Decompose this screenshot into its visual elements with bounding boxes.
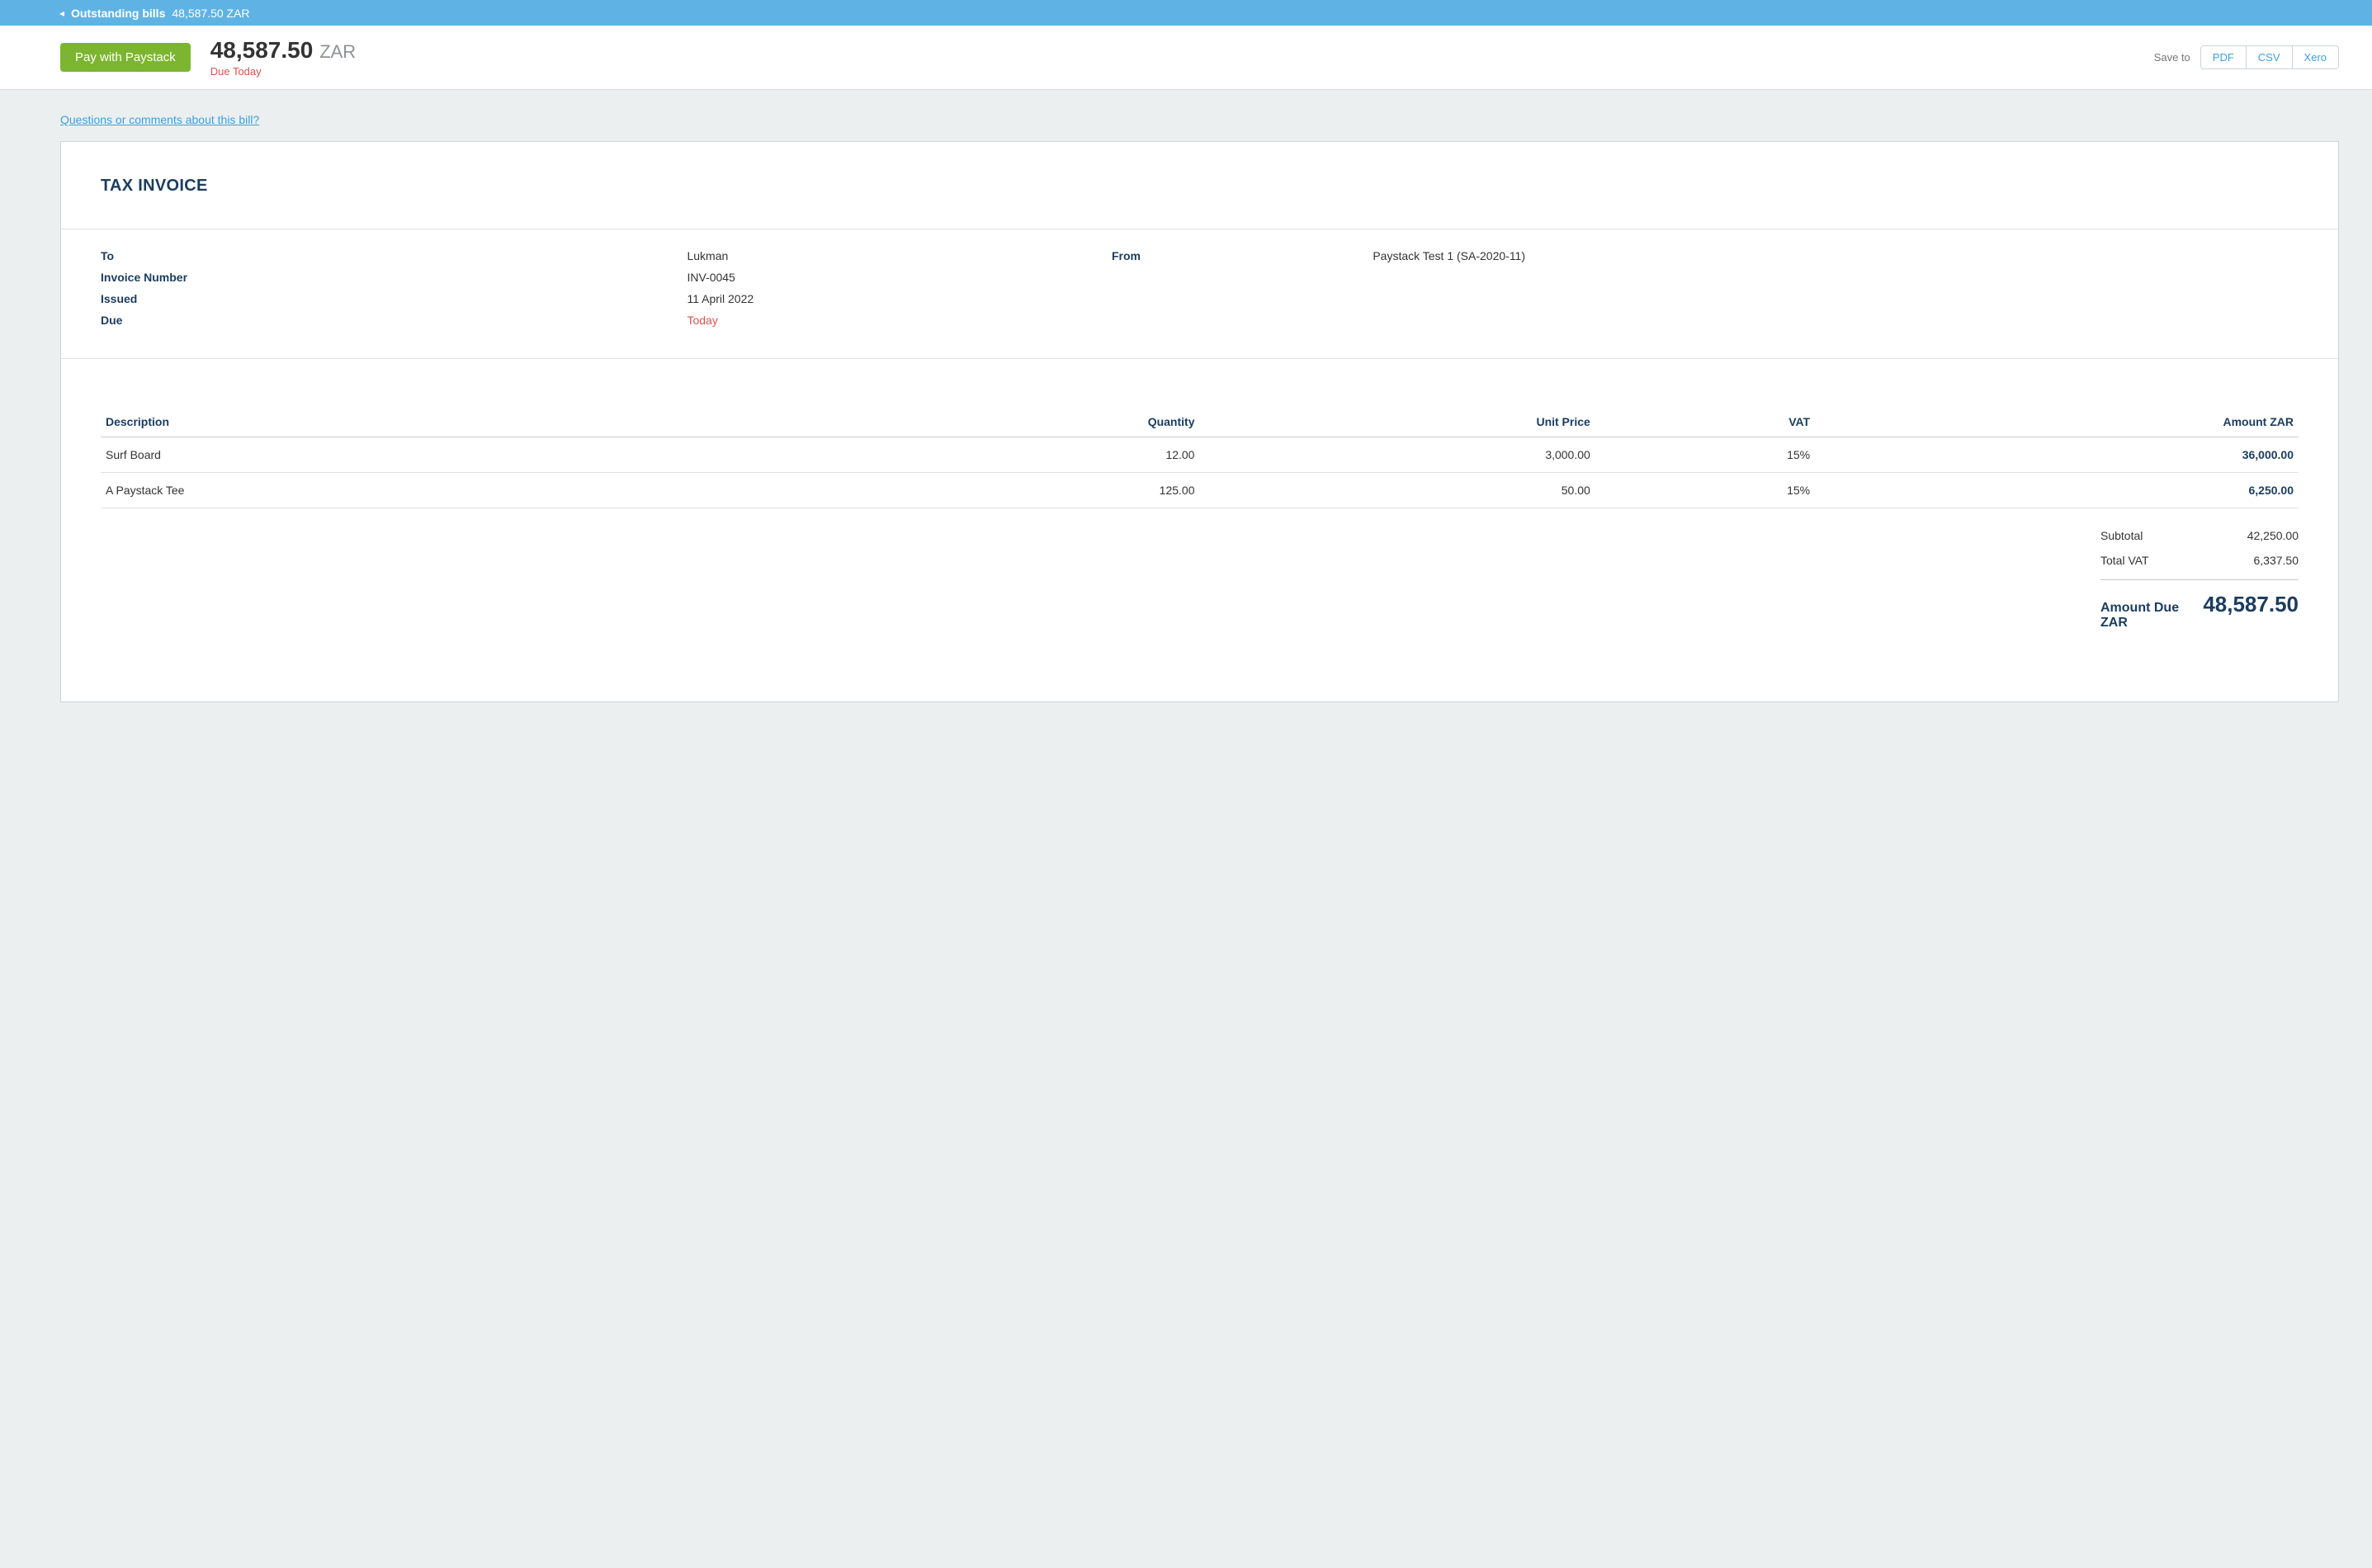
cell-vat: 15% [1595, 437, 1815, 473]
amount-due-value: 48,587.50 [2203, 592, 2299, 617]
content-area: Questions or comments about this bill? T… [0, 90, 2372, 752]
cell-quantity: 12.00 [936, 437, 1200, 473]
meta-from-label: From [1112, 249, 1373, 262]
line-items-table: Description Quantity Unit Price VAT Amou… [101, 407, 2299, 508]
col-quantity: Quantity [936, 407, 1200, 437]
topbar-amount: 48,587.50 ZAR [172, 7, 249, 20]
cell-unit-price: 3,000.00 [1199, 437, 1595, 473]
cell-amount: 36,000.00 [1815, 437, 2299, 473]
due-label: Due Today [210, 65, 356, 78]
col-amount: Amount ZAR [1815, 407, 2299, 437]
back-caret-icon[interactable]: ◂ [59, 7, 64, 19]
col-vat: VAT [1595, 407, 1815, 437]
cell-vat: 15% [1595, 473, 1815, 508]
pay-with-paystack-button[interactable]: Pay with Paystack [60, 43, 191, 72]
table-row: Surf Board12.003,000.0015%36,000.00 [101, 437, 2299, 473]
amount-block: 48,587.50 ZAR Due Today [210, 37, 356, 78]
cell-amount: 6,250.00 [1815, 473, 2299, 508]
meta-due-value: Today [687, 314, 717, 327]
invoice-title: TAX INVOICE [101, 177, 2299, 196]
invoice-body: Description Quantity Unit Price VAT Amou… [61, 359, 2338, 697]
total-vat-value: 6,337.50 [2254, 554, 2299, 567]
invoice-card: TAX INVOICE To Lukman Invoice Number INV… [60, 141, 2339, 702]
cell-description: A Paystack Tee [101, 473, 936, 508]
meta-to-value: Lukman [687, 249, 728, 262]
export-pdf-button[interactable]: PDF [2200, 45, 2247, 69]
cell-quantity: 125.00 [936, 473, 1200, 508]
meta-number-value: INV-0045 [687, 271, 735, 284]
subtotal-label: Subtotal [2100, 529, 2143, 542]
col-description: Description [101, 407, 936, 437]
cell-unit-price: 50.00 [1199, 473, 1595, 508]
table-row: A Paystack Tee125.0050.0015%6,250.00 [101, 473, 2299, 508]
meta-number-label: Invoice Number [101, 271, 687, 284]
export-csv-button[interactable]: CSV [2247, 45, 2293, 69]
meta-to-label: To [101, 249, 687, 262]
meta-issued-value: 11 April 2022 [687, 292, 754, 305]
meta-issued-label: Issued [101, 292, 687, 305]
cell-description: Surf Board [101, 437, 936, 473]
subtotal-value: 42,250.00 [2247, 529, 2299, 542]
meta-due-label: Due [101, 314, 687, 327]
totals-block: Subtotal 42,250.00 Total VAT 6,337.50 Am… [101, 523, 2299, 631]
save-to-group: Save to PDF CSV Xero [2154, 45, 2339, 69]
total-vat-label: Total VAT [2100, 554, 2149, 567]
amount-currency: ZAR [319, 41, 356, 62]
amount-value: 48,587.50 [210, 37, 314, 63]
export-button-group: PDF CSV Xero [2200, 45, 2339, 69]
top-bar: ◂ Outstanding bills 48,587.50 ZAR [0, 0, 2372, 26]
save-to-label: Save to [2154, 51, 2190, 64]
invoice-meta: To Lukman Invoice Number INV-0045 Issued… [61, 229, 2338, 359]
col-unit-price: Unit Price [1199, 407, 1595, 437]
amount-due-label: Amount Due ZAR [2100, 601, 2203, 631]
questions-link[interactable]: Questions or comments about this bill? [60, 113, 259, 126]
action-bar: Pay with Paystack 48,587.50 ZAR Due Toda… [0, 26, 2372, 90]
outstanding-bills-link[interactable]: Outstanding bills [71, 7, 165, 20]
export-xero-button[interactable]: Xero [2293, 45, 2339, 69]
meta-from-value: Paystack Test 1 (SA-2020-11) [1373, 249, 2299, 262]
